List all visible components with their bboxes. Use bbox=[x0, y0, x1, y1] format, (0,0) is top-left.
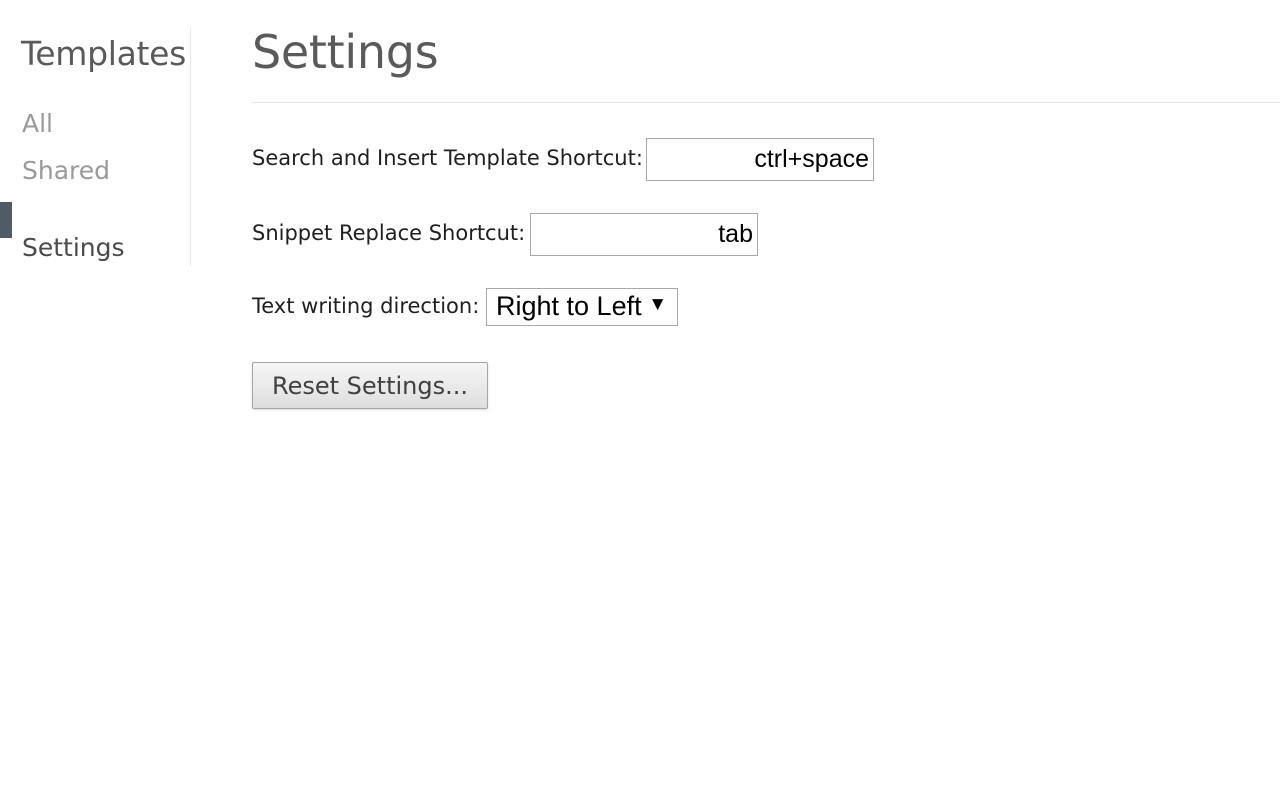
text-direction-value: Right to Left bbox=[496, 291, 642, 321]
page-title: Settings bbox=[252, 25, 439, 79]
active-indicator bbox=[0, 202, 12, 238]
sidebar-title: Templates bbox=[21, 34, 187, 73]
search-insert-shortcut-input[interactable] bbox=[646, 138, 874, 181]
sidebar-item-all[interactable]: All bbox=[22, 109, 53, 138]
snippet-replace-shortcut-label: Snippet Replace Shortcut: bbox=[252, 221, 526, 245]
snippet-replace-shortcut-input[interactable] bbox=[530, 213, 758, 256]
sidebar-item-shared[interactable]: Shared bbox=[22, 156, 110, 185]
text-direction-select[interactable]: Right to Left ▼ bbox=[486, 288, 678, 326]
chevron-down-icon: ▼ bbox=[648, 294, 667, 315]
sidebar-item-settings[interactable]: Settings bbox=[22, 233, 125, 262]
text-direction-label: Text writing direction: bbox=[252, 294, 480, 318]
title-divider bbox=[252, 102, 1280, 103]
search-insert-shortcut-label: Search and Insert Template Shortcut: bbox=[252, 146, 643, 170]
reset-settings-button[interactable]: Reset Settings... bbox=[252, 362, 488, 409]
sidebar: Templates All Shared bbox=[0, 28, 191, 266]
